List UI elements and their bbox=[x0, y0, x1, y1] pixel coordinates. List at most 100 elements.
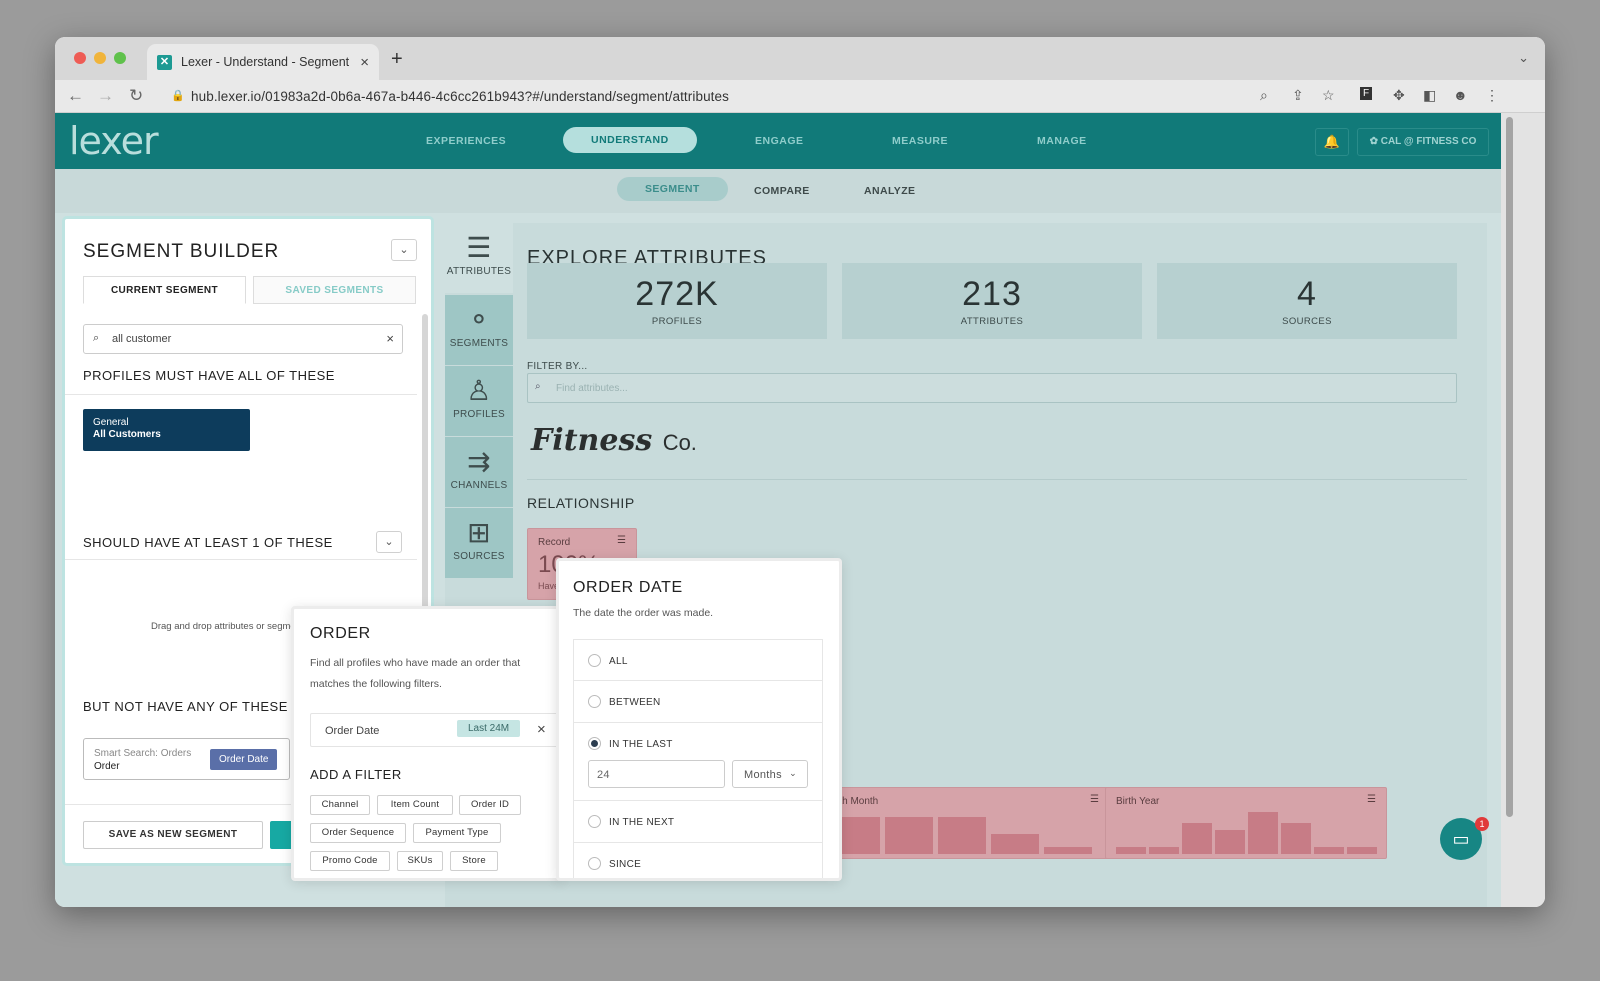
zoom-icon[interactable]: ⌕ bbox=[1260, 87, 1268, 104]
radio-selected-icon[interactable] bbox=[588, 737, 601, 750]
radio-icon[interactable] bbox=[588, 857, 601, 870]
chip-label: All Customers bbox=[93, 429, 161, 440]
subnav-segment[interactable]: SEGMENT bbox=[617, 177, 728, 201]
histogram-bar bbox=[1149, 847, 1179, 854]
period-unit-select[interactable]: Months ⌄ bbox=[732, 760, 808, 788]
order-date-filter-row[interactable]: Order Date Last 24M × bbox=[310, 713, 560, 747]
birth-month-card[interactable]: rth Month ☰ bbox=[825, 787, 1110, 859]
tab-current-segment[interactable]: CURRENT SEGMENT bbox=[83, 276, 246, 304]
panel-scrollbar[interactable] bbox=[422, 314, 428, 614]
sidepanel-icon[interactable]: ◧ bbox=[1423, 87, 1436, 104]
radio-icon[interactable] bbox=[588, 654, 601, 667]
collapse-chevron-icon[interactable]: ⌄ bbox=[391, 239, 417, 261]
stat-attributes: 213 ATTRIBUTES bbox=[842, 263, 1142, 339]
tab-close-icon[interactable]: × bbox=[360, 54, 369, 71]
profile-avatar-icon[interactable]: ☻ bbox=[1453, 87, 1468, 103]
card-menu-icon[interactable]: ☰ bbox=[1090, 794, 1099, 805]
smart-search-orders-chip[interactable]: Smart Search: Orders Order Order Date bbox=[83, 738, 290, 780]
stat-sources: 4 SOURCES bbox=[1157, 263, 1457, 339]
remove-filter-icon[interactable]: × bbox=[537, 721, 546, 738]
option-label: ALL bbox=[609, 656, 628, 667]
search-icon: ⌕ bbox=[93, 332, 100, 344]
new-tab-icon[interactable]: + bbox=[391, 48, 403, 71]
reload-icon[interactable]: ↻ bbox=[129, 86, 143, 106]
brand-name: Fitness bbox=[531, 423, 653, 458]
filter-row-label: Order Date bbox=[325, 725, 380, 737]
card-menu-icon[interactable]: ☰ bbox=[1367, 794, 1376, 805]
radio-icon[interactable] bbox=[588, 695, 601, 708]
chip-category: General bbox=[93, 417, 129, 428]
period-number-input[interactable]: 24 bbox=[588, 760, 725, 788]
browser-window: ✕ Lexer - Understand - Segment × + ⌄ ← →… bbox=[55, 37, 1545, 907]
histogram-bar bbox=[1281, 823, 1311, 854]
subnav-compare[interactable]: COMPARE bbox=[754, 185, 810, 197]
nav-experiences[interactable]: EXPERIENCES bbox=[426, 135, 506, 147]
segment-builder-title: SEGMENT BUILDER bbox=[83, 241, 280, 262]
option-label: IN THE NEXT bbox=[609, 817, 675, 828]
option-label: IN THE LAST bbox=[609, 739, 673, 750]
nav-engage[interactable]: ENGAGE bbox=[755, 135, 804, 147]
sources-tab[interactable]: ⊞ SOURCES bbox=[445, 508, 513, 578]
card-menu-icon[interactable]: ☰ bbox=[617, 535, 626, 546]
tab-list-chevron-icon[interactable]: ⌄ bbox=[1518, 50, 1529, 66]
profiles-tab[interactable]: ♙ PROFILES bbox=[445, 366, 513, 436]
subnav-analyze[interactable]: ANALYZE bbox=[864, 185, 915, 197]
attribute-filter-input[interactable]: Find attributes... bbox=[527, 373, 1457, 403]
segment-chip-all-customers[interactable]: General All Customers bbox=[83, 409, 250, 451]
sub-nav: SEGMENT COMPARE ANALYZE bbox=[55, 169, 1501, 213]
divider bbox=[527, 479, 1467, 480]
notification-bell-icon[interactable]: 🔔 bbox=[1315, 128, 1349, 156]
browser-tab[interactable]: ✕ Lexer - Understand - Segment × bbox=[147, 44, 379, 80]
attributes-tab[interactable]: ☰ ATTRIBUTES bbox=[445, 223, 513, 293]
channels-tab[interactable]: ⇉ CHANNELS bbox=[445, 437, 513, 507]
zoom-window-button[interactable] bbox=[114, 52, 126, 64]
tab-saved-segments[interactable]: SAVED SEGMENTS bbox=[253, 276, 416, 304]
attributes-tab-label: ATTRIBUTES bbox=[446, 266, 512, 277]
back-icon[interactable]: ← bbox=[67, 86, 84, 106]
clear-search-icon[interactable]: × bbox=[386, 331, 394, 346]
option-between[interactable]: BETWEEN bbox=[573, 681, 823, 723]
filter-promo-code-button[interactable]: Promo Code bbox=[310, 851, 390, 871]
filter-order-sequence-button[interactable]: Order Sequence bbox=[310, 823, 406, 843]
save-as-new-segment-button[interactable]: SAVE AS NEW SEGMENT bbox=[83, 821, 263, 849]
lexer-logo[interactable]: lexer bbox=[69, 119, 159, 163]
nav-manage[interactable]: MANAGE bbox=[1037, 135, 1087, 147]
birth-year-card[interactable]: Birth Year ☰ bbox=[1105, 787, 1387, 859]
filter-channel-button[interactable]: Channel bbox=[310, 795, 370, 815]
option-in-the-next[interactable]: IN THE NEXT bbox=[573, 801, 823, 843]
option-in-the-last[interactable]: IN THE LAST 24 Months ⌄ bbox=[573, 723, 823, 801]
account-button[interactable]: ✿ CAL @ FITNESS CO bbox=[1357, 128, 1489, 156]
nav-understand[interactable]: UNDERSTAND bbox=[563, 127, 697, 153]
share-icon[interactable]: ⇪ bbox=[1292, 87, 1304, 104]
nav-measure[interactable]: MEASURE bbox=[892, 135, 948, 147]
filter-order-id-button[interactable]: Order ID bbox=[459, 795, 521, 815]
vertical-scroll-thumb[interactable] bbox=[1506, 117, 1513, 817]
filter-store-button[interactable]: Store bbox=[450, 851, 498, 871]
segment-search-input[interactable]: ⌕ all customer × bbox=[83, 324, 403, 354]
radio-icon[interactable] bbox=[588, 815, 601, 828]
forward-icon[interactable]: → bbox=[97, 86, 114, 106]
order-date-popup: ORDER DATE The date the order was made. … bbox=[556, 558, 842, 881]
extension-icon[interactable]: F bbox=[1360, 87, 1373, 100]
close-window-button[interactable] bbox=[74, 52, 86, 64]
segments-tab[interactable]: ⚬ SEGMENTS bbox=[445, 295, 513, 365]
order-date-tag[interactable]: Order Date bbox=[210, 749, 278, 770]
segments-tab-label: SEGMENTS bbox=[449, 338, 509, 349]
stat-value: 272K bbox=[635, 275, 719, 313]
lexer-favicon-icon: ✕ bbox=[157, 54, 172, 70]
option-all[interactable]: ALL bbox=[573, 639, 823, 681]
menu-kebab-icon[interactable]: ⋮ bbox=[1485, 87, 1499, 104]
filter-item-count-button[interactable]: Item Count bbox=[377, 795, 453, 815]
lock-icon: 🔒 bbox=[171, 90, 185, 102]
should-have-chevron-icon[interactable]: ⌄ bbox=[376, 531, 402, 553]
filter-skus-button[interactable]: SKUs bbox=[397, 851, 443, 871]
card-title: Birth Year bbox=[1116, 796, 1160, 807]
minimize-window-button[interactable] bbox=[94, 52, 106, 64]
filter-payment-type-button[interactable]: Payment Type bbox=[413, 823, 501, 843]
option-since[interactable]: SINCE bbox=[573, 843, 823, 878]
bookmark-star-icon[interactable]: ☆ bbox=[1322, 87, 1335, 104]
url-field[interactable]: hub.lexer.io/01983a2d-0b6a-467a-b446-4c6… bbox=[191, 89, 729, 104]
puzzle-icon[interactable]: ✥ bbox=[1393, 87, 1405, 104]
channels-tab-label: CHANNELS bbox=[450, 480, 508, 491]
histogram-bar bbox=[1347, 847, 1377, 854]
